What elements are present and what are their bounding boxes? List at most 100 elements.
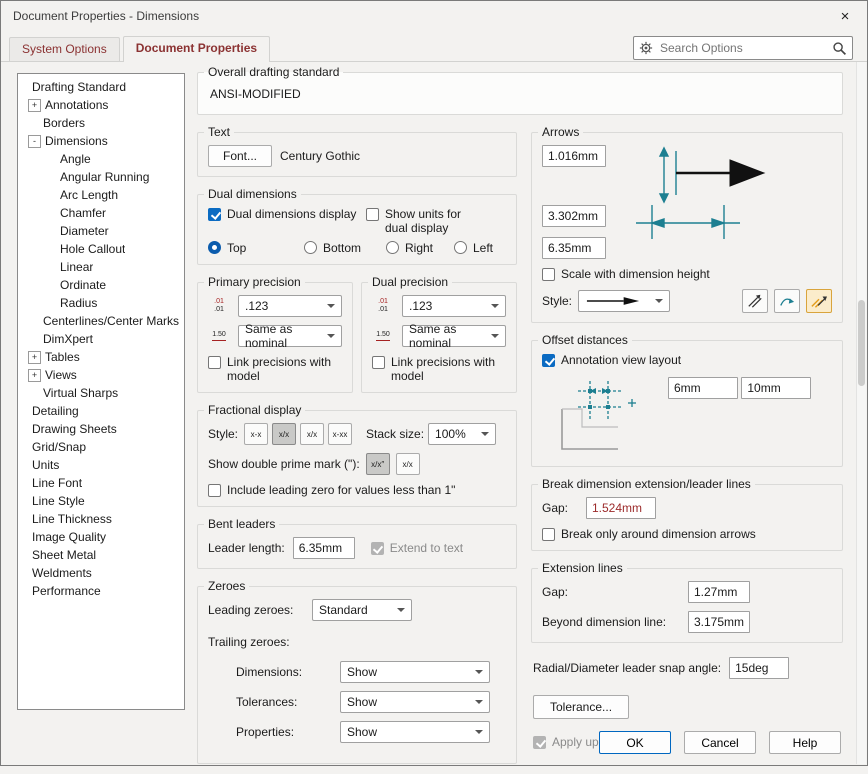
select-value: .123 bbox=[245, 299, 269, 313]
tolerance-button[interactable]: Tolerance... bbox=[533, 695, 630, 719]
arrow-width-input[interactable] bbox=[542, 205, 606, 227]
tree-item-label: Radius bbox=[60, 296, 98, 310]
search-box[interactable] bbox=[633, 36, 853, 60]
offset-distance2-input[interactable] bbox=[741, 377, 812, 399]
fraction-style-stacked-button[interactable]: x/x bbox=[272, 423, 297, 445]
tree-item-angular-running[interactable]: Angular Running bbox=[18, 168, 184, 186]
tree-item-borders[interactable]: Borders bbox=[18, 114, 184, 132]
tree-item-label: Ordinate bbox=[60, 278, 107, 292]
tree-item-centerlines-center-marks[interactable]: Centerlines/Center Marks bbox=[18, 312, 184, 330]
dual-position-bottom-radio[interactable]: Bottom bbox=[304, 241, 386, 255]
close-icon[interactable]: × bbox=[823, 1, 867, 31]
tree-item-grid-snap[interactable]: Grid/Snap bbox=[18, 438, 184, 456]
show-units-dual-checkbox[interactable]: Show units for dual display bbox=[366, 207, 486, 235]
dual-precision-tolerance-select[interactable]: Same as nominal bbox=[402, 322, 506, 350]
tree-item-hole-callout[interactable]: Hole Callout bbox=[18, 240, 184, 258]
trailing-properties-select[interactable]: Show bbox=[340, 721, 490, 743]
radial-snap-angle-input[interactable] bbox=[729, 657, 790, 679]
tree-item-performance[interactable]: Performance bbox=[18, 582, 184, 600]
dual-position-right-radio[interactable]: Right bbox=[386, 241, 454, 255]
arrow-style-select[interactable] bbox=[578, 290, 671, 312]
fraction-style-linear-button[interactable]: x-xx bbox=[328, 423, 353, 445]
dual-link-precisions-checkbox[interactable]: Link precisions with model bbox=[372, 355, 506, 383]
scrollbar-thumb[interactable] bbox=[858, 300, 865, 386]
collapse-minus-icon[interactable]: - bbox=[28, 134, 41, 148]
checkbox-label: Scale with dimension height bbox=[561, 267, 710, 281]
font-button[interactable]: Font... bbox=[208, 145, 273, 167]
vertical-scrollbar[interactable] bbox=[856, 62, 866, 764]
fraction-style-diagonal-button[interactable]: x/x bbox=[300, 423, 325, 445]
precision-tolerance-icon: 1.50 bbox=[208, 326, 230, 346]
expand-plus-icon[interactable]: + bbox=[28, 350, 41, 364]
double-prime-on-button[interactable]: x/x″ bbox=[365, 453, 390, 475]
break-only-around-arrows-checkbox[interactable]: Break only around dimension arrows bbox=[542, 527, 832, 541]
dual-precision-value-select[interactable]: .123 bbox=[402, 295, 506, 317]
tree-item-annotations[interactable]: + Annotations bbox=[18, 96, 184, 114]
annotation-view-layout-checkbox[interactable]: Annotation view layout bbox=[542, 353, 832, 367]
tree-item-ordinate[interactable]: Ordinate bbox=[18, 276, 184, 294]
select-value: Show bbox=[347, 695, 378, 709]
primary-precision-tolerance-select[interactable]: Same as nominal bbox=[238, 322, 342, 350]
stack-size-select[interactable]: 100% bbox=[428, 423, 497, 445]
leading-zeroes-select[interactable]: Standard bbox=[312, 599, 412, 621]
dual-position-left-radio[interactable]: Left bbox=[454, 241, 493, 255]
trailing-zeroes-label: Trailing zeroes: bbox=[208, 635, 290, 649]
tree-item-weldments[interactable]: Weldments bbox=[18, 564, 184, 582]
tree-item-line-style[interactable]: Line Style bbox=[18, 492, 184, 510]
arrow-length-input[interactable] bbox=[542, 237, 606, 259]
tree-item-drafting-standard[interactable]: Drafting Standard bbox=[18, 78, 184, 96]
tree-item-drawing-sheets[interactable]: Drawing Sheets bbox=[18, 420, 184, 438]
offset-distance1-input[interactable] bbox=[668, 377, 738, 399]
tree-item-arc-length[interactable]: Arc Length bbox=[18, 186, 184, 204]
tree-item-tables[interactable]: + Tables bbox=[18, 348, 184, 366]
tree-item-label: Dimensions bbox=[45, 134, 108, 148]
ok-button[interactable]: OK bbox=[599, 731, 671, 754]
fraction-style-horizontal-button[interactable]: x-x bbox=[244, 423, 269, 445]
tree-item-virtual-sharps[interactable]: Virtual Sharps bbox=[18, 384, 184, 402]
arrows-inside-button[interactable] bbox=[774, 289, 800, 313]
beyond-dimension-line-input[interactable] bbox=[688, 611, 750, 633]
trailing-tolerances-select[interactable]: Show bbox=[340, 691, 490, 713]
tree-item-label: Performance bbox=[32, 584, 101, 598]
tab-document-properties[interactable]: Document Properties bbox=[122, 36, 271, 62]
trailing-tolerances-label: Tolerances: bbox=[236, 695, 298, 709]
tree-item-radius[interactable]: Radius bbox=[18, 294, 184, 312]
arrows-smart-button[interactable] bbox=[806, 289, 832, 313]
leader-length-input[interactable] bbox=[292, 537, 355, 559]
tree-item-chamfer[interactable]: Chamfer bbox=[18, 204, 184, 222]
select-value: Show bbox=[347, 665, 378, 679]
select-value: Same as nominal bbox=[245, 322, 293, 350]
tree-item-linear[interactable]: Linear bbox=[18, 258, 184, 276]
arrow-height-input[interactable] bbox=[542, 145, 606, 167]
tree-item-angle[interactable]: Angle bbox=[18, 150, 184, 168]
tree-item-views[interactable]: + Views bbox=[18, 366, 184, 384]
tree-item-detailing[interactable]: Detailing bbox=[18, 402, 184, 420]
dual-position-top-radio[interactable]: Top bbox=[208, 241, 304, 255]
double-prime-off-button[interactable]: x/x bbox=[395, 453, 420, 475]
leading-zero-checkbox[interactable]: Include leading zero for values less tha… bbox=[208, 483, 506, 497]
tree-item-dimensions[interactable]: - Dimensions bbox=[18, 132, 184, 150]
arrow-style-label: Style: bbox=[542, 294, 573, 308]
tree-item-sheet-metal[interactable]: Sheet Metal bbox=[18, 546, 184, 564]
break-gap-input[interactable] bbox=[586, 497, 656, 519]
primary-link-precisions-checkbox[interactable]: Link precisions with model bbox=[208, 355, 342, 383]
scale-with-dimension-height-checkbox[interactable]: Scale with dimension height bbox=[542, 267, 832, 281]
search-input[interactable] bbox=[658, 40, 827, 56]
cancel-button[interactable]: Cancel bbox=[684, 731, 756, 754]
tree-item-line-thickness[interactable]: Line Thickness bbox=[18, 510, 184, 528]
help-button[interactable]: Help bbox=[769, 731, 841, 754]
dual-dimensions-display-checkbox[interactable]: Dual dimensions display bbox=[208, 207, 358, 221]
checkbox-label: Include leading zero for values less tha… bbox=[227, 483, 456, 497]
expand-plus-icon[interactable]: + bbox=[28, 98, 41, 112]
primary-precision-value-select[interactable]: .123 bbox=[238, 295, 342, 317]
expand-plus-icon[interactable]: + bbox=[28, 368, 41, 382]
tree-item-dimxpert[interactable]: DimXpert bbox=[18, 330, 184, 348]
extension-gap-input[interactable] bbox=[688, 581, 750, 603]
tree-item-units[interactable]: Units bbox=[18, 456, 184, 474]
trailing-dimensions-select[interactable]: Show bbox=[340, 661, 490, 683]
arrows-outside-button[interactable] bbox=[742, 289, 768, 313]
tree-item-line-font[interactable]: Line Font bbox=[18, 474, 184, 492]
tree-item-diameter[interactable]: Diameter bbox=[18, 222, 184, 240]
tree-item-image-quality[interactable]: Image Quality bbox=[18, 528, 184, 546]
tab-system-options[interactable]: System Options bbox=[9, 37, 120, 61]
